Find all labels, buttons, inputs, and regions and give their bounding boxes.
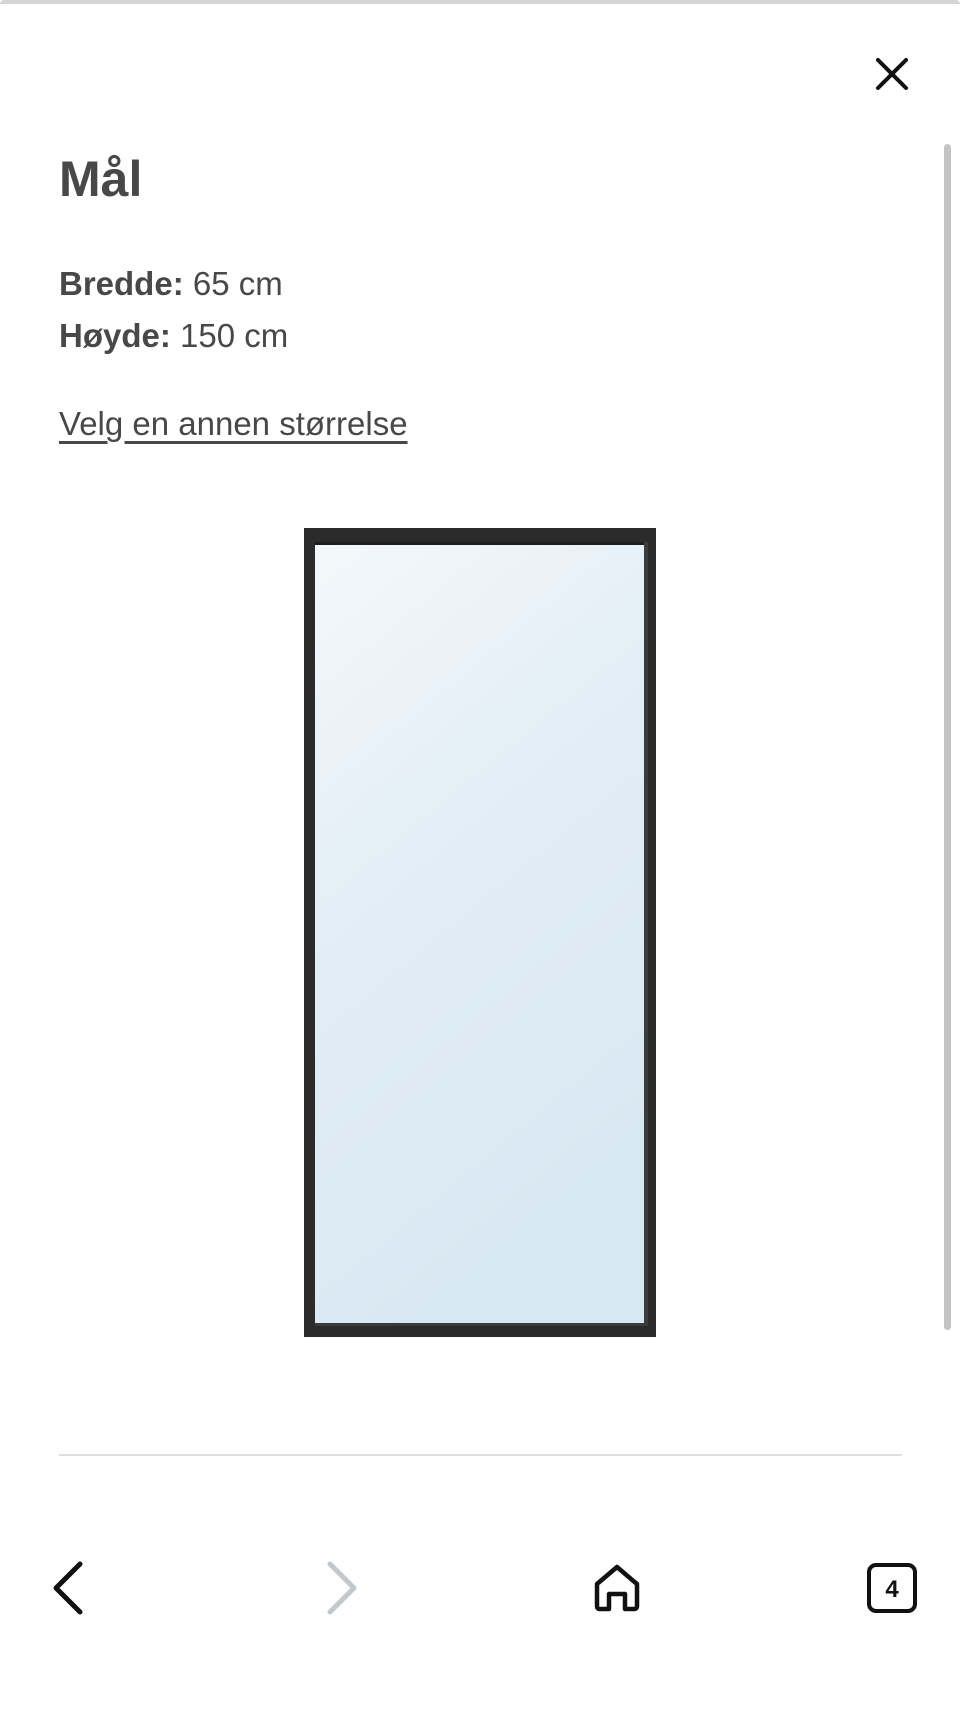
tabs-count: 4 [885,1576,899,1603]
forward-button[interactable] [302,1548,382,1628]
dimension-width-value: 65 cm [192,265,283,302]
dimension-height: Høyde: 150 cm [59,310,288,362]
tabs-button[interactable]: 4 [852,1548,932,1628]
close-button[interactable] [862,44,922,104]
mirror-product-image [304,528,656,1337]
dimension-height-value: 150 cm [180,317,289,354]
dimension-width: Bredde: 65 cm [59,258,288,310]
scrollbar[interactable] [944,144,951,1330]
chevron-right-icon [327,1561,357,1615]
page-title: Mål [59,151,143,207]
back-button[interactable] [28,1548,108,1628]
product-dimensions-sheet: Mål Bredde: 65 cm Høyde: 150 cm Velg en … [0,0,960,1710]
section-divider [59,1454,902,1456]
close-icon [876,58,908,90]
tabs-icon: 4 [867,1563,917,1613]
sheet-top-edge [0,0,960,4]
dimensions-list: Bredde: 65 cm Høyde: 150 cm [59,258,288,362]
home-button[interactable] [577,1548,657,1628]
dimension-width-label: Bredde: [59,265,184,302]
browser-toolbar: 4 [0,1518,960,1710]
home-icon [594,1564,640,1612]
dimension-height-label: Høyde: [59,317,171,354]
chevron-left-icon [53,1561,83,1615]
choose-other-size-link[interactable]: Velg en annen størrelse [59,400,408,448]
